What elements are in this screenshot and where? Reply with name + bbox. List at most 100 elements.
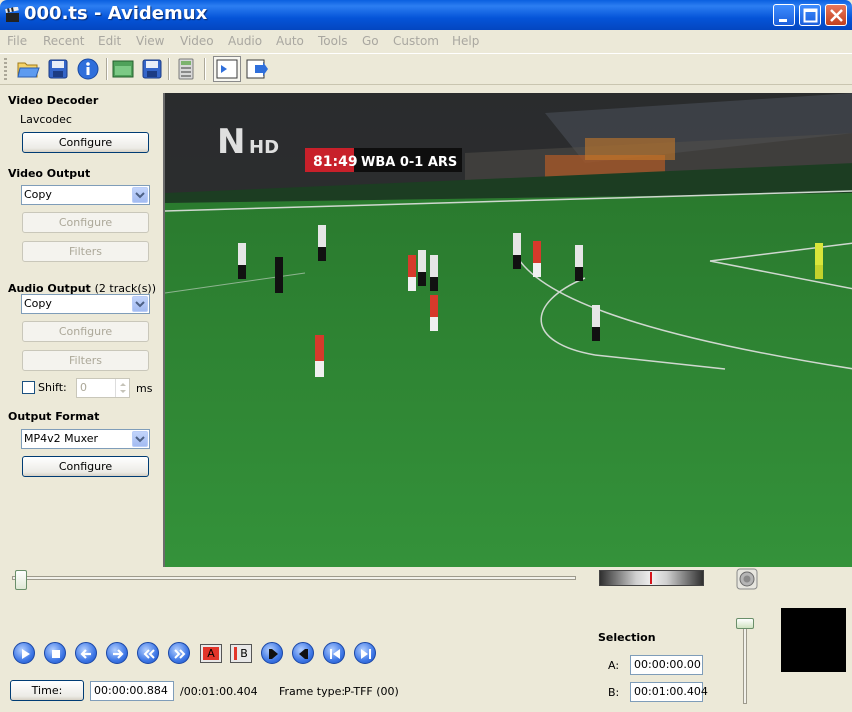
arrow-right-icon <box>113 649 124 659</box>
selection-title: Selection <box>598 631 656 644</box>
menu-recent[interactable]: Recent <box>43 34 84 48</box>
selection-a-field[interactable]: 00:00:00.00 <box>630 655 703 675</box>
audio-filters-button[interactable]: Filters <box>22 350 149 371</box>
jog-shuttle[interactable] <box>599 570 704 586</box>
input-preview-icon <box>216 59 238 79</box>
timeline-thumb[interactable] <box>15 570 27 590</box>
score-text: WBA 0-1 ARS <box>361 155 457 170</box>
frame-type-value: P-TFF (00) <box>344 685 399 698</box>
video-filters-button[interactable]: Filters <box>22 241 149 262</box>
audio-output-configure-button[interactable]: Configure <box>22 321 149 342</box>
shift-checkbox[interactable] <box>22 381 35 394</box>
clapperboard-icon <box>5 7 19 22</box>
play-button[interactable] <box>13 642 35 664</box>
set-marker-a-button[interactable]: A <box>200 644 222 663</box>
football-match-frame: N HD 81:49 WBA 0-1 ARS <box>165 93 852 567</box>
goto-marker-b-icon <box>299 649 308 659</box>
save-icon[interactable] <box>46 57 70 81</box>
output-format-value: MP4v2 Muxer <box>24 432 99 445</box>
video-output-value: Copy <box>24 188 52 201</box>
video-output-configure-button[interactable]: Configure <box>22 212 149 233</box>
audio-output-select[interactable]: Copy <box>21 294 150 314</box>
open-append-icon[interactable] <box>111 57 135 81</box>
shift-label: Shift: <box>38 381 67 394</box>
output-format-title: Output Format <box>8 410 100 423</box>
timeline-track[interactable] <box>12 576 576 580</box>
menu-auto[interactable]: Auto <box>276 34 304 48</box>
close-button[interactable] <box>825 4 847 26</box>
video-output-title: Video Output <box>8 167 91 180</box>
stop-button[interactable] <box>44 642 66 664</box>
double-arrow-left-icon <box>143 649 155 659</box>
channel-hd-badge: HD <box>249 137 279 158</box>
settings-sidebar: Video Decoder Lavcodec Configure Video O… <box>0 86 163 566</box>
video-decoder-title: Video Decoder <box>8 94 99 107</box>
score-clock: 81:49 <box>313 154 358 170</box>
timeline <box>0 566 852 596</box>
dropdown-arrow-icon[interactable] <box>132 187 148 203</box>
marker-b-bar <box>234 647 237 660</box>
menu-file[interactable]: File <box>7 34 27 48</box>
output-preview-icon[interactable] <box>245 57 269 81</box>
save-video-icon[interactable] <box>140 57 164 81</box>
menu-custom[interactable]: Custom <box>393 34 439 48</box>
goto-marker-a-button[interactable] <box>261 642 283 664</box>
selection-panel: Selection A: 00:00:00.00 B: 00:01:00.404 <box>590 628 720 708</box>
video-preview: N HD 81:49 WBA 0-1 ARS <box>163 93 852 567</box>
dropdown-arrow-icon[interactable] <box>132 296 148 312</box>
minimize-icon <box>779 19 787 22</box>
thumbnail-preview <box>781 608 846 672</box>
minimize-button[interactable] <box>773 4 795 26</box>
output-format-configure-button[interactable]: Configure <box>22 456 149 477</box>
video-output-select[interactable]: Copy <box>21 185 150 205</box>
goto-marker-a-icon <box>269 649 278 659</box>
next-keyframe-button[interactable] <box>168 642 190 664</box>
spinner-arrows-icon <box>120 383 126 393</box>
shift-spinner[interactable] <box>115 379 129 397</box>
menu-video[interactable]: Video <box>180 34 214 48</box>
set-marker-b-button[interactable]: B <box>230 644 252 663</box>
volume-track[interactable] <box>743 618 747 704</box>
toolbar-separator <box>204 58 206 80</box>
open-folder-icon[interactable] <box>16 57 40 81</box>
previous-frame-button[interactable] <box>75 642 97 664</box>
toolbar <box>0 53 852 85</box>
audio-output-value: Copy <box>24 297 52 310</box>
menu-edit[interactable]: Edit <box>98 34 121 48</box>
output-format-select[interactable]: MP4v2 Muxer <box>21 429 150 449</box>
selection-a-label: A: <box>608 659 620 672</box>
toolbar-grip[interactable] <box>4 58 7 80</box>
current-time-field[interactable]: 00:00:00.884 <box>90 681 174 701</box>
chevron-down-icon <box>135 301 145 308</box>
goto-marker-b-button[interactable] <box>292 642 314 664</box>
marker-a-label: A <box>203 647 219 660</box>
menu-view[interactable]: View <box>136 34 164 48</box>
chevron-down-icon <box>135 192 145 199</box>
volume-speaker-icon[interactable] <box>736 568 758 590</box>
calculator-icon[interactable] <box>174 57 198 81</box>
maximize-button[interactable] <box>799 4 821 26</box>
menu-tools[interactable]: Tools <box>318 34 348 48</box>
selection-b-label: B: <box>608 686 620 699</box>
menu-audio[interactable]: Audio <box>228 34 262 48</box>
video-decoder-configure-button[interactable]: Configure <box>22 132 149 153</box>
dropdown-arrow-icon[interactable] <box>132 431 148 447</box>
info-icon[interactable] <box>76 57 100 81</box>
volume-thumb[interactable] <box>736 618 754 629</box>
go-to-end-button[interactable] <box>354 642 376 664</box>
go-to-start-button[interactable] <box>323 642 345 664</box>
menu-go[interactable]: Go <box>362 34 379 48</box>
total-time-label: /00:01:00.404 <box>180 685 258 698</box>
menu-bar: File Recent Edit View Video Audio Auto T… <box>0 30 852 52</box>
selection-b-field[interactable]: 00:01:00.404 <box>630 682 708 702</box>
volume-slider[interactable] <box>735 614 755 706</box>
previous-keyframe-button[interactable] <box>137 642 159 664</box>
time-button[interactable]: Time: <box>10 680 84 701</box>
frame-type-label: Frame type: <box>279 685 346 698</box>
channel-logo: N <box>217 122 245 162</box>
menu-help[interactable]: Help <box>452 34 479 48</box>
next-frame-button[interactable] <box>106 642 128 664</box>
toolbar-separator <box>168 58 170 80</box>
toggle-input-preview-button[interactable] <box>213 56 241 82</box>
play-icon <box>22 649 30 659</box>
